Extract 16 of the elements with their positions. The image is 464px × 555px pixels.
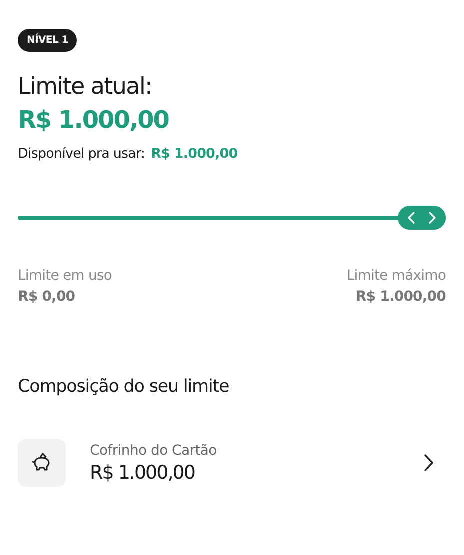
limit-value: R$ 1.000,00 [356,289,446,305]
chevron-right-icon [424,454,434,472]
item-amount: R$ 1.000,00 [90,462,196,484]
limit-value: R$ 0,00 [18,289,76,305]
section-title: Composição do seu limite [18,377,230,397]
limit-label: Limite em uso [18,268,112,284]
piggy-bank-icon [18,439,66,487]
item-name: Cofrinho do Cartão [90,442,218,458]
limit-title: Limite atual: [18,74,154,100]
limit-label: Limite máximo [346,268,446,284]
limit-amount: R$ 1.000,00 [18,106,170,134]
available-label: Disponível pra usar: [18,146,146,162]
level-badge: NÍVEL 1 [18,29,78,52]
available-amount: R$ 1.000,00 [151,146,238,162]
slider-handle[interactable] [398,206,446,230]
limit-item[interactable]: Cofrinho do Cartão R$ 1.000,00 [18,439,446,487]
